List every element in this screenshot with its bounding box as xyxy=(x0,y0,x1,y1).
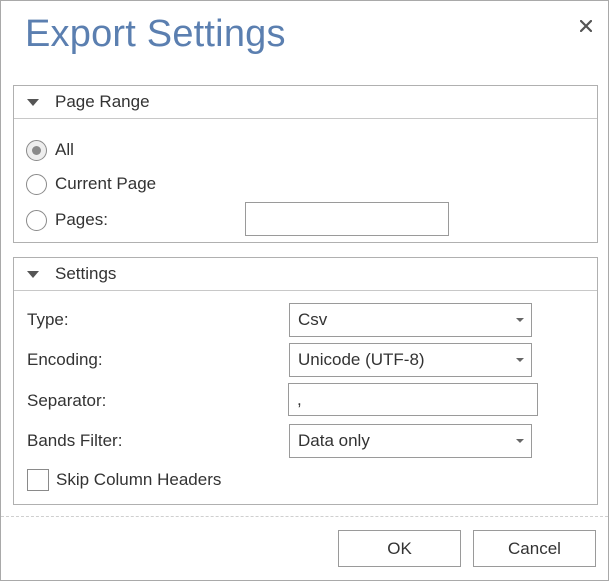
separator-input[interactable]: , xyxy=(288,383,538,416)
settings-title: Settings xyxy=(55,264,117,283)
separator-label: Separator: xyxy=(27,391,107,410)
export-settings-dialog: Export Settings Page Range All Current P… xyxy=(0,0,609,581)
encoding-select-value: Unicode (UTF-8) xyxy=(298,350,425,369)
type-select[interactable]: Csv xyxy=(289,303,532,337)
page-range-title: Page Range xyxy=(55,92,150,111)
type-label: Type: xyxy=(27,310,69,329)
radio-current-page-button[interactable] xyxy=(26,173,47,195)
close-button[interactable] xyxy=(573,13,599,39)
ok-button[interactable]: OK xyxy=(338,530,461,567)
cancel-button[interactable]: Cancel xyxy=(473,530,596,567)
radio-pages-label: Pages: xyxy=(55,210,108,229)
dropdown-caret-icon xyxy=(516,358,524,362)
skip-column-headers[interactable]: Skip Column Headers xyxy=(27,468,221,492)
encoding-label: Encoding: xyxy=(27,350,103,369)
radio-all-button[interactable] xyxy=(26,139,47,161)
radio-current-page[interactable]: Current Page xyxy=(26,172,156,196)
radio-pages[interactable]: Pages: xyxy=(26,208,108,232)
skip-column-headers-checkbox[interactable] xyxy=(27,469,49,491)
close-icon xyxy=(580,20,592,32)
radio-all[interactable]: All xyxy=(26,138,74,162)
dialog-title: Export Settings xyxy=(25,13,286,55)
radio-current-page-label: Current Page xyxy=(55,174,157,193)
pages-input[interactable] xyxy=(245,202,449,236)
bands-filter-label: Bands Filter: xyxy=(27,431,123,450)
page-range-group: Page Range All Current Page Pages: xyxy=(13,85,598,243)
encoding-select[interactable]: Unicode (UTF-8) xyxy=(289,343,532,377)
settings-header[interactable]: Settings xyxy=(14,258,597,291)
skip-column-headers-label: Skip Column Headers xyxy=(56,470,222,489)
settings-group: Settings Type: Csv Encoding: Unicode (UT… xyxy=(13,257,598,505)
collapse-triangle-icon xyxy=(27,270,39,278)
dropdown-caret-icon xyxy=(516,318,524,322)
type-select-value: Csv xyxy=(298,310,328,329)
collapse-triangle-icon xyxy=(27,98,39,106)
footer-divider xyxy=(1,516,608,517)
dropdown-caret-icon xyxy=(516,439,524,443)
page-range-header[interactable]: Page Range xyxy=(14,86,597,119)
radio-all-label: All xyxy=(55,140,74,159)
bands-filter-select[interactable]: Data only xyxy=(289,424,532,458)
bands-filter-select-value: Data only xyxy=(298,431,370,450)
radio-pages-button[interactable] xyxy=(26,209,47,231)
